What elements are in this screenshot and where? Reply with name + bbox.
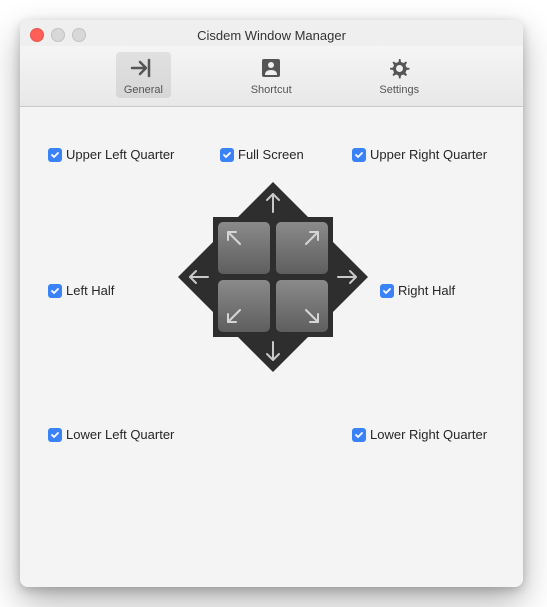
tab-general-label: General — [124, 84, 163, 96]
traffic-lights — [30, 28, 86, 42]
label-upper-right: Upper Right Quarter — [370, 147, 487, 162]
checkbox-upper-right[interactable] — [352, 148, 366, 162]
toolbar: General Shortcut Settings — [20, 46, 523, 107]
option-full-screen: Full Screen — [220, 147, 304, 162]
checkbox-lower-right[interactable] — [352, 428, 366, 442]
checkbox-lower-left[interactable] — [48, 428, 62, 442]
label-left-half: Left Half — [66, 283, 114, 298]
option-lower-left-quarter: Lower Left Quarter — [48, 427, 174, 442]
checkbox-right-half[interactable] — [380, 284, 394, 298]
option-lower-right-quarter: Lower Right Quarter — [352, 427, 487, 442]
label-lower-left: Lower Left Quarter — [66, 427, 174, 442]
minimize-button[interactable] — [51, 28, 65, 42]
label-full-screen: Full Screen — [238, 147, 304, 162]
tab-settings-label: Settings — [379, 84, 419, 96]
content-area: Upper Left Quarter Full Screen Upper Rig… — [20, 107, 523, 587]
option-upper-left-quarter: Upper Left Quarter — [48, 147, 174, 162]
settings-icon — [384, 54, 414, 82]
option-left-half: Left Half — [48, 283, 114, 298]
tab-general[interactable]: General — [116, 52, 171, 98]
titlebar: Cisdem Window Manager — [20, 20, 523, 46]
tab-settings[interactable]: Settings — [371, 52, 427, 98]
checkbox-left-half[interactable] — [48, 284, 62, 298]
general-icon — [128, 54, 158, 82]
tab-shortcut-label: Shortcut — [251, 84, 292, 96]
label-right-half: Right Half — [398, 283, 455, 298]
tab-shortcut[interactable]: Shortcut — [243, 52, 300, 98]
label-lower-right: Lower Right Quarter — [370, 427, 487, 442]
option-upper-right-quarter: Upper Right Quarter — [352, 147, 487, 162]
shortcut-icon — [256, 54, 286, 82]
window-layout-diagram — [178, 182, 368, 372]
option-right-half: Right Half — [380, 283, 455, 298]
checkbox-full-screen[interactable] — [220, 148, 234, 162]
close-button[interactable] — [30, 28, 44, 42]
maximize-button[interactable] — [72, 28, 86, 42]
window-title: Cisdem Window Manager — [30, 28, 513, 43]
label-upper-left: Upper Left Quarter — [66, 147, 174, 162]
checkbox-upper-left[interactable] — [48, 148, 62, 162]
preferences-window: Cisdem Window Manager General Shortcut — [20, 20, 523, 587]
